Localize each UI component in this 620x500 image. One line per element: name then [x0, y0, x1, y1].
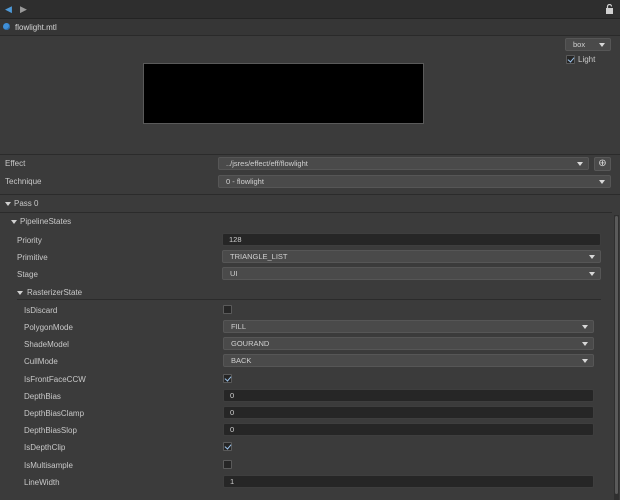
- expand-triangle-icon[interactable]: [11, 220, 17, 224]
- polygon-mode-select[interactable]: FILL: [223, 320, 594, 333]
- depth-bias-input[interactable]: 0: [223, 389, 594, 402]
- priority-input[interactable]: 128: [222, 233, 601, 246]
- forward-arrow-icon[interactable]: ▶: [20, 4, 27, 14]
- depth-bias-slop-label: DepthBiasSlop: [24, 426, 77, 435]
- chevron-down-icon: [589, 255, 595, 259]
- is-multisample-checkbox[interactable]: [223, 460, 232, 469]
- rasterizer-state-header[interactable]: RasterizerState: [27, 288, 82, 297]
- preview-shape-value: box: [573, 40, 586, 49]
- expand-triangle-icon[interactable]: [5, 202, 11, 206]
- primitive-select[interactable]: TRIANGLE_LIST: [222, 250, 601, 263]
- cull-mode-label: CullMode: [24, 357, 58, 366]
- divider: [0, 212, 612, 213]
- effect-select[interactable]: ../jsres/effect/eff/flowlight: [218, 157, 589, 170]
- divider: [0, 35, 620, 36]
- is-discard-label: IsDiscard: [24, 306, 58, 315]
- divider: [0, 194, 620, 195]
- file-name: flowlight.mtl: [15, 23, 57, 32]
- shade-model-select[interactable]: GOURAND: [223, 337, 594, 350]
- priority-value: 128: [229, 235, 242, 244]
- effect-value: ../jsres/effect/eff/flowlight: [226, 159, 308, 168]
- is-depth-clip-checkbox[interactable]: [223, 442, 232, 451]
- preview-shape-select[interactable]: box: [565, 38, 611, 51]
- is-multisample-label: IsMultisample: [24, 461, 73, 470]
- is-front-face-ccw-checkbox[interactable]: [223, 374, 232, 383]
- technique-select[interactable]: 0 - flowlight: [218, 175, 611, 188]
- effect-label: Effect: [5, 159, 26, 168]
- unlock-icon[interactable]: [605, 4, 614, 14]
- chevron-down-icon: [599, 180, 605, 184]
- cull-mode-value: BACK: [231, 356, 252, 365]
- is-front-face-ccw-label: IsFrontFaceCCW: [24, 375, 86, 384]
- stage-label: Stage: [17, 270, 38, 279]
- add-effect-button[interactable]: ⊕: [594, 157, 611, 171]
- polygon-mode-value: FILL: [231, 322, 247, 331]
- divider: [0, 154, 620, 155]
- chevron-down-icon: [589, 272, 595, 276]
- cull-mode-select[interactable]: BACK: [223, 354, 594, 367]
- primitive-value: TRIANGLE_LIST: [230, 252, 288, 261]
- depth-bias-value: 0: [230, 391, 235, 400]
- pass-header[interactable]: Pass 0: [14, 199, 38, 208]
- is-discard-checkbox[interactable]: [223, 305, 232, 314]
- polygon-mode-label: PolygonMode: [24, 323, 73, 332]
- chevron-down-icon: [577, 162, 583, 166]
- chevron-down-icon: [582, 359, 588, 363]
- line-width-input[interactable]: 1: [223, 475, 594, 488]
- depth-bias-slop-input[interactable]: 0: [223, 423, 594, 436]
- priority-label: Priority: [17, 236, 42, 245]
- pipeline-states-header[interactable]: PipelineStates: [20, 217, 71, 226]
- chevron-down-icon: [582, 342, 588, 346]
- expand-triangle-icon[interactable]: [17, 291, 23, 295]
- back-arrow-icon[interactable]: ◀: [5, 4, 12, 14]
- material-file-icon: [3, 23, 10, 30]
- depth-bias-clamp-value: 0: [230, 408, 235, 417]
- technique-value: 0 - flowlight: [226, 177, 264, 186]
- plus-circle-icon: ⊕: [598, 158, 607, 169]
- line-width-value: 1: [230, 477, 235, 486]
- shade-model-value: GOURAND: [231, 339, 270, 348]
- depth-bias-clamp-input[interactable]: 0: [223, 406, 594, 419]
- is-depth-clip-label: IsDepthClip: [24, 443, 66, 452]
- stage-value: UI: [230, 269, 238, 278]
- shade-model-label: ShadeModel: [24, 340, 69, 349]
- top-toolbar: ◀ ▶: [0, 0, 620, 19]
- stage-select[interactable]: UI: [222, 267, 601, 280]
- line-width-label: LineWidth: [24, 478, 60, 487]
- divider: [17, 299, 601, 300]
- material-preview-canvas[interactable]: [143, 63, 424, 124]
- depth-bias-label: DepthBias: [24, 392, 61, 401]
- preview-light-checkbox[interactable]: [566, 55, 575, 64]
- technique-label: Technique: [5, 177, 42, 186]
- chevron-down-icon: [599, 43, 605, 47]
- preview-light-label: Light: [578, 55, 596, 64]
- scrollbar-thumb[interactable]: [615, 216, 618, 494]
- chevron-down-icon: [582, 325, 588, 329]
- depth-bias-clamp-label: DepthBiasClamp: [24, 409, 85, 418]
- primitive-label: Primitive: [17, 253, 48, 262]
- file-header: flowlight.mtl: [0, 19, 620, 35]
- depth-bias-slop-value: 0: [230, 425, 235, 434]
